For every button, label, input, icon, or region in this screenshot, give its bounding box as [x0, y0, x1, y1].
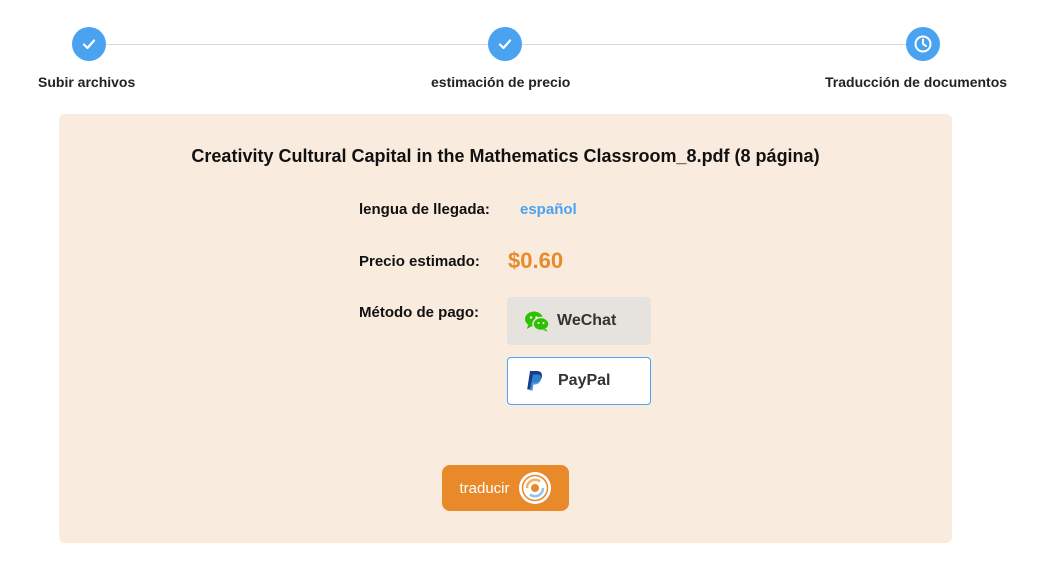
paypal-pay-button[interactable]: PayPal: [507, 357, 651, 405]
wechat-pay-button[interactable]: WeChat: [507, 297, 651, 345]
price-label: Precio estimado:: [359, 253, 480, 270]
step-2-check-icon: [488, 27, 522, 61]
translate-button[interactable]: traducir: [442, 465, 569, 511]
progress-stepper: Subir archivos estimación de precio Trad…: [0, 0, 1046, 100]
price-value: $0.60: [508, 248, 564, 273]
step-1-check-icon: [72, 27, 106, 61]
translate-icon: [518, 471, 552, 505]
step-2-label: estimación de precio: [431, 74, 571, 90]
target-language-label: lengua de llegada:: [359, 201, 490, 218]
translate-button-label: traducir: [459, 479, 510, 497]
paypal-icon: [525, 370, 551, 392]
step-1-label: Subir archivos: [38, 74, 136, 90]
step-connector: [522, 44, 906, 45]
payment-method-label: Método de pago:: [359, 304, 479, 321]
target-language-value[interactable]: español: [520, 201, 577, 218]
step-3-label: Traducción de documentos: [825, 74, 1008, 90]
paypal-label: PayPal: [558, 372, 611, 389]
step-3-clock-icon: [906, 27, 940, 61]
wechat-icon: [524, 310, 550, 332]
order-card: Creativity Cultural Capital in the Mathe…: [59, 114, 952, 543]
step-connector: [106, 44, 488, 45]
file-title: Creativity Cultural Capital in the Mathe…: [191, 146, 820, 166]
wechat-label: WeChat: [557, 312, 617, 329]
